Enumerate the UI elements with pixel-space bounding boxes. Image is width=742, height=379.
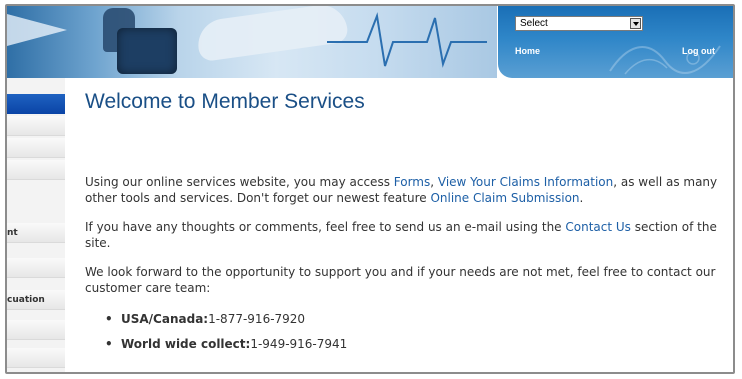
site-select-dropdown[interactable]: Select [515,16,643,31]
sidebar-item[interactable] [7,320,65,340]
contact-us-link[interactable]: Contact Us [565,220,631,234]
paragraph-text: , [430,175,438,189]
contact-label: USA/Canada: [121,312,209,326]
sidebar-item[interactable] [7,160,65,180]
sidebar-item[interactable] [7,138,65,158]
forms-link[interactable]: Forms [394,175,430,189]
page-title: Welcome to Member Services [85,90,365,113]
left-sidebar: nt cuation [7,78,65,372]
sidebar-header [7,94,65,114]
phone-number: 1-949-916-7941 [250,337,348,351]
intro-paragraph: Using our online services website, you m… [85,174,730,206]
suitcase-graphic [117,28,177,74]
sidebar-item-label: nt [7,228,18,238]
list-item: USA/Canada:1-877-916-7920 [105,311,347,336]
contact-list: USA/Canada:1-877-916-7920 World wide col… [105,311,347,361]
view-claims-link[interactable]: View Your Claims Information [438,175,613,189]
sidebar-item[interactable]: nt [7,223,65,243]
ekg-line-graphic [327,12,487,68]
paragraph-text: . [579,191,584,205]
paragraph-text: If you have any thoughts or comments, fe… [85,220,566,234]
hand-graphic [194,6,350,63]
sidebar-item[interactable] [7,348,65,368]
select-value: Select [520,18,548,29]
sidebar-item[interactable] [7,116,65,136]
feedback-paragraph: If you have any thoughts or comments, fe… [85,219,730,251]
list-item: World wide collect:1-949-916-7941 [105,336,347,361]
phone-number: 1-877-916-7920 [208,312,306,326]
logout-link[interactable]: Log out [682,46,715,56]
sidebar-item[interactable]: cuation [7,290,65,310]
chevron-down-icon[interactable] [630,18,641,29]
support-paragraph: We look forward to the opportunity to su… [85,265,716,295]
sidebar-item-label: cuation [7,295,45,305]
floral-swirl-graphic [609,45,721,75]
paragraph-text: Using our online services website, you m… [85,175,394,189]
banner-arrow-graphic [7,14,67,46]
browser-frame: Select Home Log out nt cuation Welcome t… [5,4,735,374]
home-link[interactable]: Home [515,46,540,56]
contact-label: World wide collect: [121,337,251,351]
header-banner: Select Home Log out [7,6,733,78]
sidebar-item[interactable] [7,258,65,278]
banner-image [7,6,497,78]
header-nav-panel: Select Home Log out [498,6,733,78]
online-claim-submission-link[interactable]: Online Claim Submission [430,191,579,205]
